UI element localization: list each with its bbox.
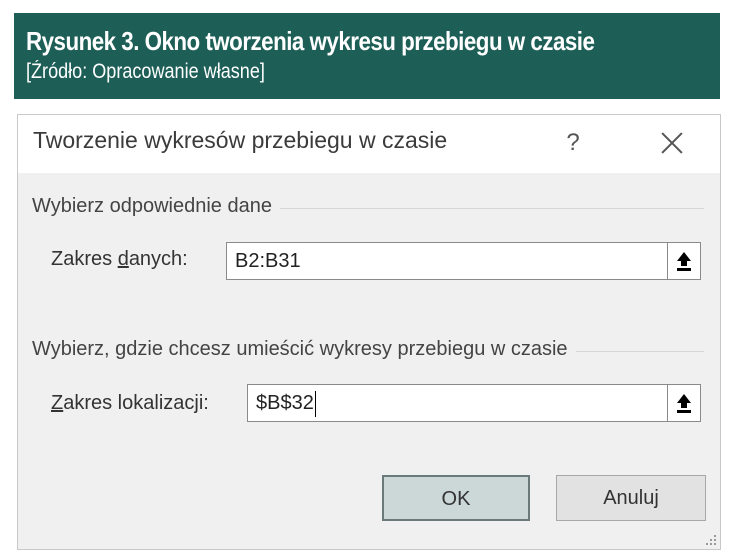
location-range-label: Zakres lokalizacji: (51, 392, 209, 415)
figure-title: Rysunek 3. Okno tworzenia wykresu przebi… (26, 26, 595, 56)
data-range-label: Zakres danych: (51, 248, 188, 271)
help-button[interactable]: ? (556, 123, 590, 163)
resize-grip-icon[interactable] (704, 533, 718, 547)
location-range-label-text: akres lokalizacji: (63, 392, 209, 414)
collapse-arrow-icon (677, 394, 691, 413)
dialog-titlebar: Tworzenie wykresów przebiegu w czasie ? (18, 115, 720, 173)
text-caret (314, 390, 316, 417)
location-range-value: $B$32 (256, 392, 314, 414)
location-range-collapse-button[interactable] (667, 384, 701, 422)
group-label-data: Wybierz odpowiednie dane (32, 195, 280, 218)
figure-caption: Rysunek 3. Okno tworzenia wykresu przebi… (14, 13, 720, 99)
data-range-input[interactable]: B2:B31 (226, 242, 668, 280)
location-range-label-accesskey: Z (51, 392, 64, 414)
close-icon[interactable] (652, 123, 692, 163)
data-range-collapse-button[interactable] (667, 242, 701, 280)
collapse-arrow-icon (677, 252, 691, 271)
ok-button[interactable]: OK (382, 475, 530, 521)
group-label-location: Wybierz, gdzie chcesz umieścić wykresy p… (32, 338, 576, 361)
location-range-input[interactable]: $B$32 (247, 384, 668, 422)
dialog-title: Tworzenie wykresów przebiegu w czasie (33, 127, 448, 153)
cancel-button[interactable]: Anuluj (556, 475, 706, 521)
figure-source: [Źródło: Opracowanie własne] (26, 60, 265, 83)
data-range-label-text-end: anych: (128, 248, 188, 270)
data-range-label-text: Zakres (51, 248, 118, 270)
data-range-label-accesskey: d (117, 248, 129, 270)
sparklines-dialog: Tworzenie wykresów przebiegu w czasie ? … (17, 114, 721, 550)
